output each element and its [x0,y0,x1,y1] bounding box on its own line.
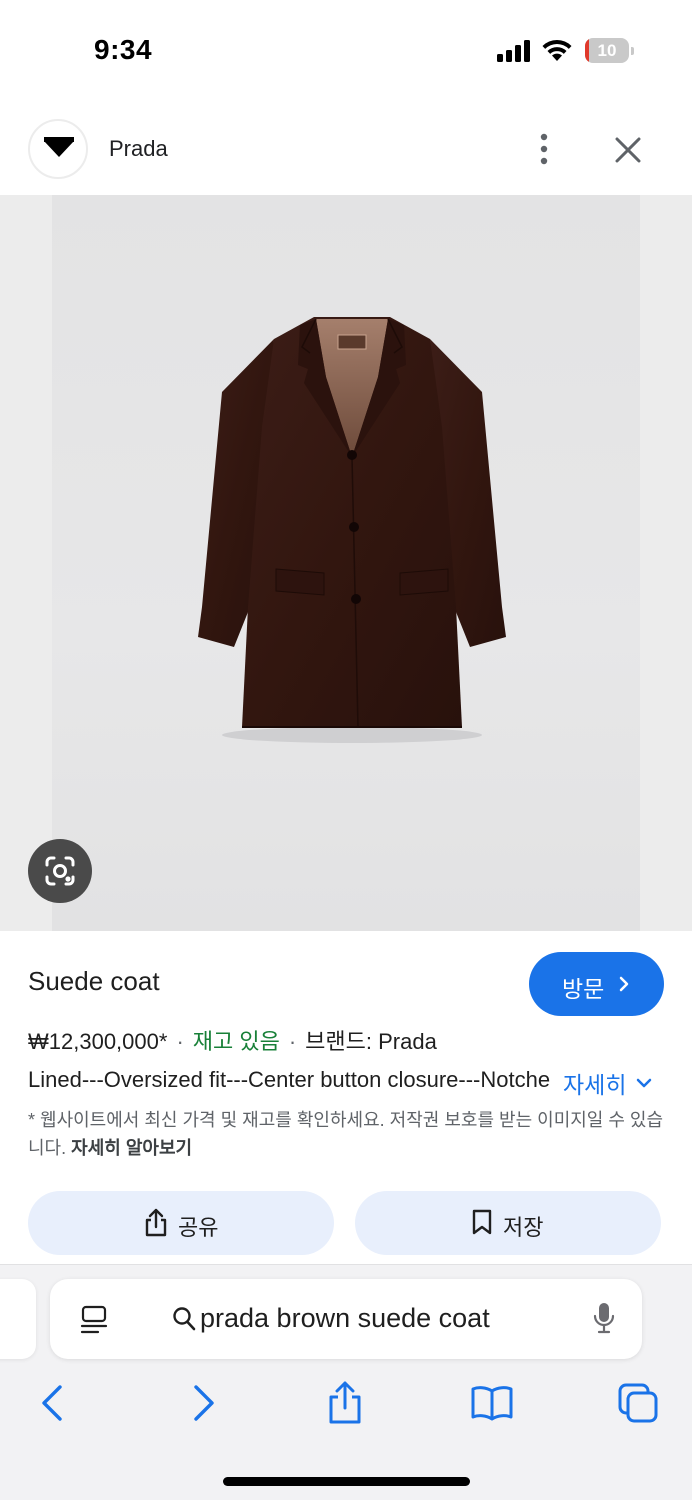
share-button[interactable]: 공유 [28,1191,334,1255]
battery-indicator: 10 [585,38,635,63]
address-bar[interactable]: prada brown suede coat [50,1279,642,1359]
site-name[interactable]: Prada [109,136,168,162]
more-details-link[interactable]: 자세히 [563,1066,652,1100]
battery-level: 10 [597,41,617,60]
prada-logo-icon[interactable] [28,119,88,179]
status-time: 9:34 [94,34,153,65]
chevron-right-icon [619,976,629,992]
more-vert-icon[interactable] [530,132,558,166]
tabs-icon[interactable] [616,1381,660,1425]
back-icon[interactable] [32,1381,76,1425]
status-bar: 9:34 10 [0,0,692,100]
visit-button[interactable]: 방문 [529,952,664,1016]
product-description: Lined---Oversized fit---Center button cl… [28,1067,550,1092]
save-button[interactable]: 저장 [355,1191,661,1255]
address-text[interactable]: prada brown suede coat [200,1303,490,1334]
brand-label: 브랜드: Prada [305,1029,437,1054]
previous-tab-preview[interactable] [0,1279,36,1359]
share-icon [145,1208,167,1237]
google-lens-button[interactable] [28,839,92,903]
stock-status: 재고 있음 [192,1029,280,1054]
close-icon[interactable] [612,134,644,166]
result-header: Prada [0,110,692,190]
wifi-icon [542,39,572,61]
safari-toolbar: prada brown suede coat [0,1264,692,1500]
chevron-down-icon [636,1078,652,1088]
save-label: 저장 [503,1215,544,1240]
cellular-signal-icon [497,40,530,62]
learn-more-link[interactable]: 자세히 알아보기 [71,1138,192,1158]
visit-label: 방문 [562,976,605,1002]
product-title: Suede coat [28,966,160,996]
share-icon[interactable] [323,1381,367,1425]
share-label: 공유 [178,1215,219,1240]
bookmark-icon [472,1209,492,1235]
home-indicator [223,1477,470,1486]
more-label: 자세히 [563,1072,627,1098]
search-icon [173,1307,196,1331]
separator: · [288,1029,297,1054]
separator: · [176,1029,184,1054]
bookmarks-icon[interactable] [470,1381,514,1425]
google-lens-icon [45,856,75,886]
price-line: ₩12,300,000* · 재고 있음 · 브랜드: Prada [28,1024,437,1056]
microphone-icon[interactable] [592,1301,616,1335]
coat-image [198,317,506,743]
page-menu-icon[interactable] [80,1305,108,1335]
product-image-area[interactable] [0,195,692,931]
product-image[interactable] [52,195,640,931]
price: ₩12,300,000* [28,1029,168,1054]
disclaimer: * 웹사이트에서 최신 가격 및 재고를 확인하세요. 저작권 보호를 받는 이… [28,1106,668,1162]
forward-icon[interactable] [180,1381,224,1425]
